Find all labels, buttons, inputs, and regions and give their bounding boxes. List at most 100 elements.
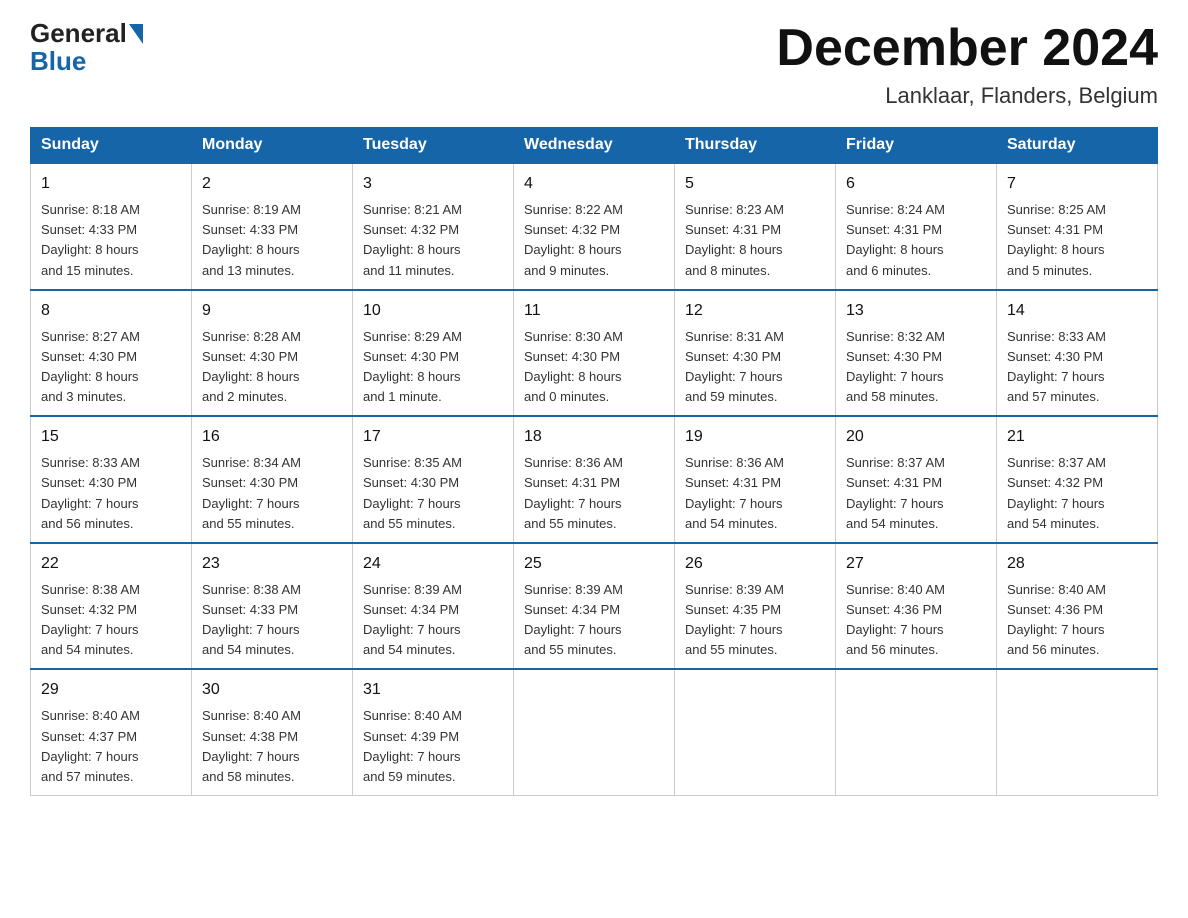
calendar-cell: [675, 669, 836, 795]
day-number: 20: [846, 425, 986, 449]
calendar-cell: 13 Sunrise: 8:32 AM Sunset: 4:30 PM Dayli…: [836, 290, 997, 417]
calendar-cell: 5 Sunrise: 8:23 AM Sunset: 4:31 PM Daylig…: [675, 163, 836, 290]
day-number: 16: [202, 425, 342, 449]
calendar-cell: 15 Sunrise: 8:33 AM Sunset: 4:30 PM Dayli…: [31, 416, 192, 543]
day-info: Sunrise: 8:22 AM Sunset: 4:32 PM Dayligh…: [524, 200, 664, 281]
day-number: 5: [685, 172, 825, 196]
location-title: Lanklaar, Flanders, Belgium: [776, 83, 1158, 109]
calendar-cell: [514, 669, 675, 795]
day-info: Sunrise: 8:33 AM Sunset: 4:30 PM Dayligh…: [41, 453, 181, 534]
logo: General Blue: [30, 20, 143, 77]
calendar-cell: 23 Sunrise: 8:38 AM Sunset: 4:33 PM Dayli…: [192, 543, 353, 670]
day-number: 30: [202, 678, 342, 702]
day-info: Sunrise: 8:40 AM Sunset: 4:39 PM Dayligh…: [363, 706, 503, 787]
day-info: Sunrise: 8:35 AM Sunset: 4:30 PM Dayligh…: [363, 453, 503, 534]
day-number: 7: [1007, 172, 1147, 196]
calendar-cell: 10 Sunrise: 8:29 AM Sunset: 4:30 PM Dayli…: [353, 290, 514, 417]
weekday-header-sunday: Sunday: [31, 128, 192, 164]
day-number: 2: [202, 172, 342, 196]
calendar-cell: 11 Sunrise: 8:30 AM Sunset: 4:30 PM Dayli…: [514, 290, 675, 417]
day-info: Sunrise: 8:37 AM Sunset: 4:32 PM Dayligh…: [1007, 453, 1147, 534]
day-number: 26: [685, 552, 825, 576]
weekday-header-friday: Friday: [836, 128, 997, 164]
day-info: Sunrise: 8:36 AM Sunset: 4:31 PM Dayligh…: [524, 453, 664, 534]
calendar-cell: 19Sunrise: 8:36 AM Sunset: 4:31 PM Dayli…: [675, 416, 836, 543]
calendar-cell: 7Sunrise: 8:25 AM Sunset: 4:31 PM Daylig…: [997, 163, 1158, 290]
day-number: 31: [363, 678, 503, 702]
weekday-header-tuesday: Tuesday: [353, 128, 514, 164]
day-number: 11: [524, 299, 664, 323]
day-number: 27: [846, 552, 986, 576]
day-number: 29: [41, 678, 181, 702]
weekday-header-monday: Monday: [192, 128, 353, 164]
calendar-cell: 14Sunrise: 8:33 AM Sunset: 4:30 PM Dayli…: [997, 290, 1158, 417]
day-number: 17: [363, 425, 503, 449]
calendar-week-row: 22 Sunrise: 8:38 AM Sunset: 4:32 PM Dayli…: [31, 543, 1158, 670]
day-info: Sunrise: 8:27 AM Sunset: 4:30 PM Dayligh…: [41, 327, 181, 408]
day-info: Sunrise: 8:34 AM Sunset: 4:30 PM Dayligh…: [202, 453, 342, 534]
calendar-cell: 9 Sunrise: 8:28 AM Sunset: 4:30 PM Daylig…: [192, 290, 353, 417]
day-number: 23: [202, 552, 342, 576]
day-info: Sunrise: 8:40 AM Sunset: 4:36 PM Dayligh…: [846, 580, 986, 661]
day-info: Sunrise: 8:23 AM Sunset: 4:31 PM Dayligh…: [685, 200, 825, 281]
day-info: Sunrise: 8:39 AM Sunset: 4:34 PM Dayligh…: [363, 580, 503, 661]
weekday-header-saturday: Saturday: [997, 128, 1158, 164]
calendar-cell: 25Sunrise: 8:39 AM Sunset: 4:34 PM Dayli…: [514, 543, 675, 670]
day-number: 8: [41, 299, 181, 323]
day-number: 24: [363, 552, 503, 576]
day-info: Sunrise: 8:18 AM Sunset: 4:33 PM Dayligh…: [41, 200, 181, 281]
calendar-cell: 16 Sunrise: 8:34 AM Sunset: 4:30 PM Dayli…: [192, 416, 353, 543]
logo-blue-text: Blue: [30, 46, 86, 77]
day-number: 10: [363, 299, 503, 323]
day-info: Sunrise: 8:32 AM Sunset: 4:30 PM Dayligh…: [846, 327, 986, 408]
calendar-cell: 26 Sunrise: 8:39 AM Sunset: 4:35 PM Dayli…: [675, 543, 836, 670]
day-info: Sunrise: 8:40 AM Sunset: 4:37 PM Dayligh…: [41, 706, 181, 787]
day-number: 3: [363, 172, 503, 196]
day-info: Sunrise: 8:36 AM Sunset: 4:31 PM Dayligh…: [685, 453, 825, 534]
calendar-cell: 29 Sunrise: 8:40 AM Sunset: 4:37 PM Dayli…: [31, 669, 192, 795]
day-number: 28: [1007, 552, 1147, 576]
calendar-cell: 27 Sunrise: 8:40 AM Sunset: 4:36 PM Dayli…: [836, 543, 997, 670]
calendar-cell: 24 Sunrise: 8:39 AM Sunset: 4:34 PM Dayli…: [353, 543, 514, 670]
day-info: Sunrise: 8:30 AM Sunset: 4:30 PM Dayligh…: [524, 327, 664, 408]
calendar-cell: 4Sunrise: 8:22 AM Sunset: 4:32 PM Daylig…: [514, 163, 675, 290]
calendar-week-row: 29 Sunrise: 8:40 AM Sunset: 4:37 PM Dayli…: [31, 669, 1158, 795]
day-info: Sunrise: 8:38 AM Sunset: 4:32 PM Dayligh…: [41, 580, 181, 661]
day-info: Sunrise: 8:38 AM Sunset: 4:33 PM Dayligh…: [202, 580, 342, 661]
calendar-cell: 17 Sunrise: 8:35 AM Sunset: 4:30 PM Dayli…: [353, 416, 514, 543]
day-info: Sunrise: 8:31 AM Sunset: 4:30 PM Dayligh…: [685, 327, 825, 408]
day-info: Sunrise: 8:39 AM Sunset: 4:34 PM Dayligh…: [524, 580, 664, 661]
day-info: Sunrise: 8:21 AM Sunset: 4:32 PM Dayligh…: [363, 200, 503, 281]
calendar-cell: 30 Sunrise: 8:40 AM Sunset: 4:38 PM Dayli…: [192, 669, 353, 795]
weekday-header-thursday: Thursday: [675, 128, 836, 164]
title-area: December 2024 Lanklaar, Flanders, Belgiu…: [776, 20, 1158, 109]
day-info: Sunrise: 8:40 AM Sunset: 4:36 PM Dayligh…: [1007, 580, 1147, 661]
calendar-cell: 6Sunrise: 8:24 AM Sunset: 4:31 PM Daylig…: [836, 163, 997, 290]
day-info: Sunrise: 8:29 AM Sunset: 4:30 PM Dayligh…: [363, 327, 503, 408]
calendar-cell: 8 Sunrise: 8:27 AM Sunset: 4:30 PM Daylig…: [31, 290, 192, 417]
day-number: 15: [41, 425, 181, 449]
day-number: 22: [41, 552, 181, 576]
day-number: 6: [846, 172, 986, 196]
page-header: General Blue December 2024 Lanklaar, Fla…: [30, 20, 1158, 109]
calendar-cell: 20 Sunrise: 8:37 AM Sunset: 4:31 PM Dayli…: [836, 416, 997, 543]
calendar-cell: 21 Sunrise: 8:37 AM Sunset: 4:32 PM Dayli…: [997, 416, 1158, 543]
day-info: Sunrise: 8:33 AM Sunset: 4:30 PM Dayligh…: [1007, 327, 1147, 408]
day-number: 9: [202, 299, 342, 323]
day-number: 1: [41, 172, 181, 196]
calendar-week-row: 1 Sunrise: 8:18 AM Sunset: 4:33 PM Daylig…: [31, 163, 1158, 290]
day-info: Sunrise: 8:19 AM Sunset: 4:33 PM Dayligh…: [202, 200, 342, 281]
calendar-cell: 3 Sunrise: 8:21 AM Sunset: 4:32 PM Daylig…: [353, 163, 514, 290]
calendar-cell: 31 Sunrise: 8:40 AM Sunset: 4:39 PM Dayli…: [353, 669, 514, 795]
calendar-cell: [997, 669, 1158, 795]
day-number: 13: [846, 299, 986, 323]
day-info: Sunrise: 8:37 AM Sunset: 4:31 PM Dayligh…: [846, 453, 986, 534]
day-number: 21: [1007, 425, 1147, 449]
calendar-cell: 12 Sunrise: 8:31 AM Sunset: 4:30 PM Dayli…: [675, 290, 836, 417]
calendar-cell: [836, 669, 997, 795]
day-number: 12: [685, 299, 825, 323]
day-info: Sunrise: 8:40 AM Sunset: 4:38 PM Dayligh…: [202, 706, 342, 787]
day-info: Sunrise: 8:28 AM Sunset: 4:30 PM Dayligh…: [202, 327, 342, 408]
day-info: Sunrise: 8:39 AM Sunset: 4:35 PM Dayligh…: [685, 580, 825, 661]
calendar-cell: 2 Sunrise: 8:19 AM Sunset: 4:33 PM Daylig…: [192, 163, 353, 290]
